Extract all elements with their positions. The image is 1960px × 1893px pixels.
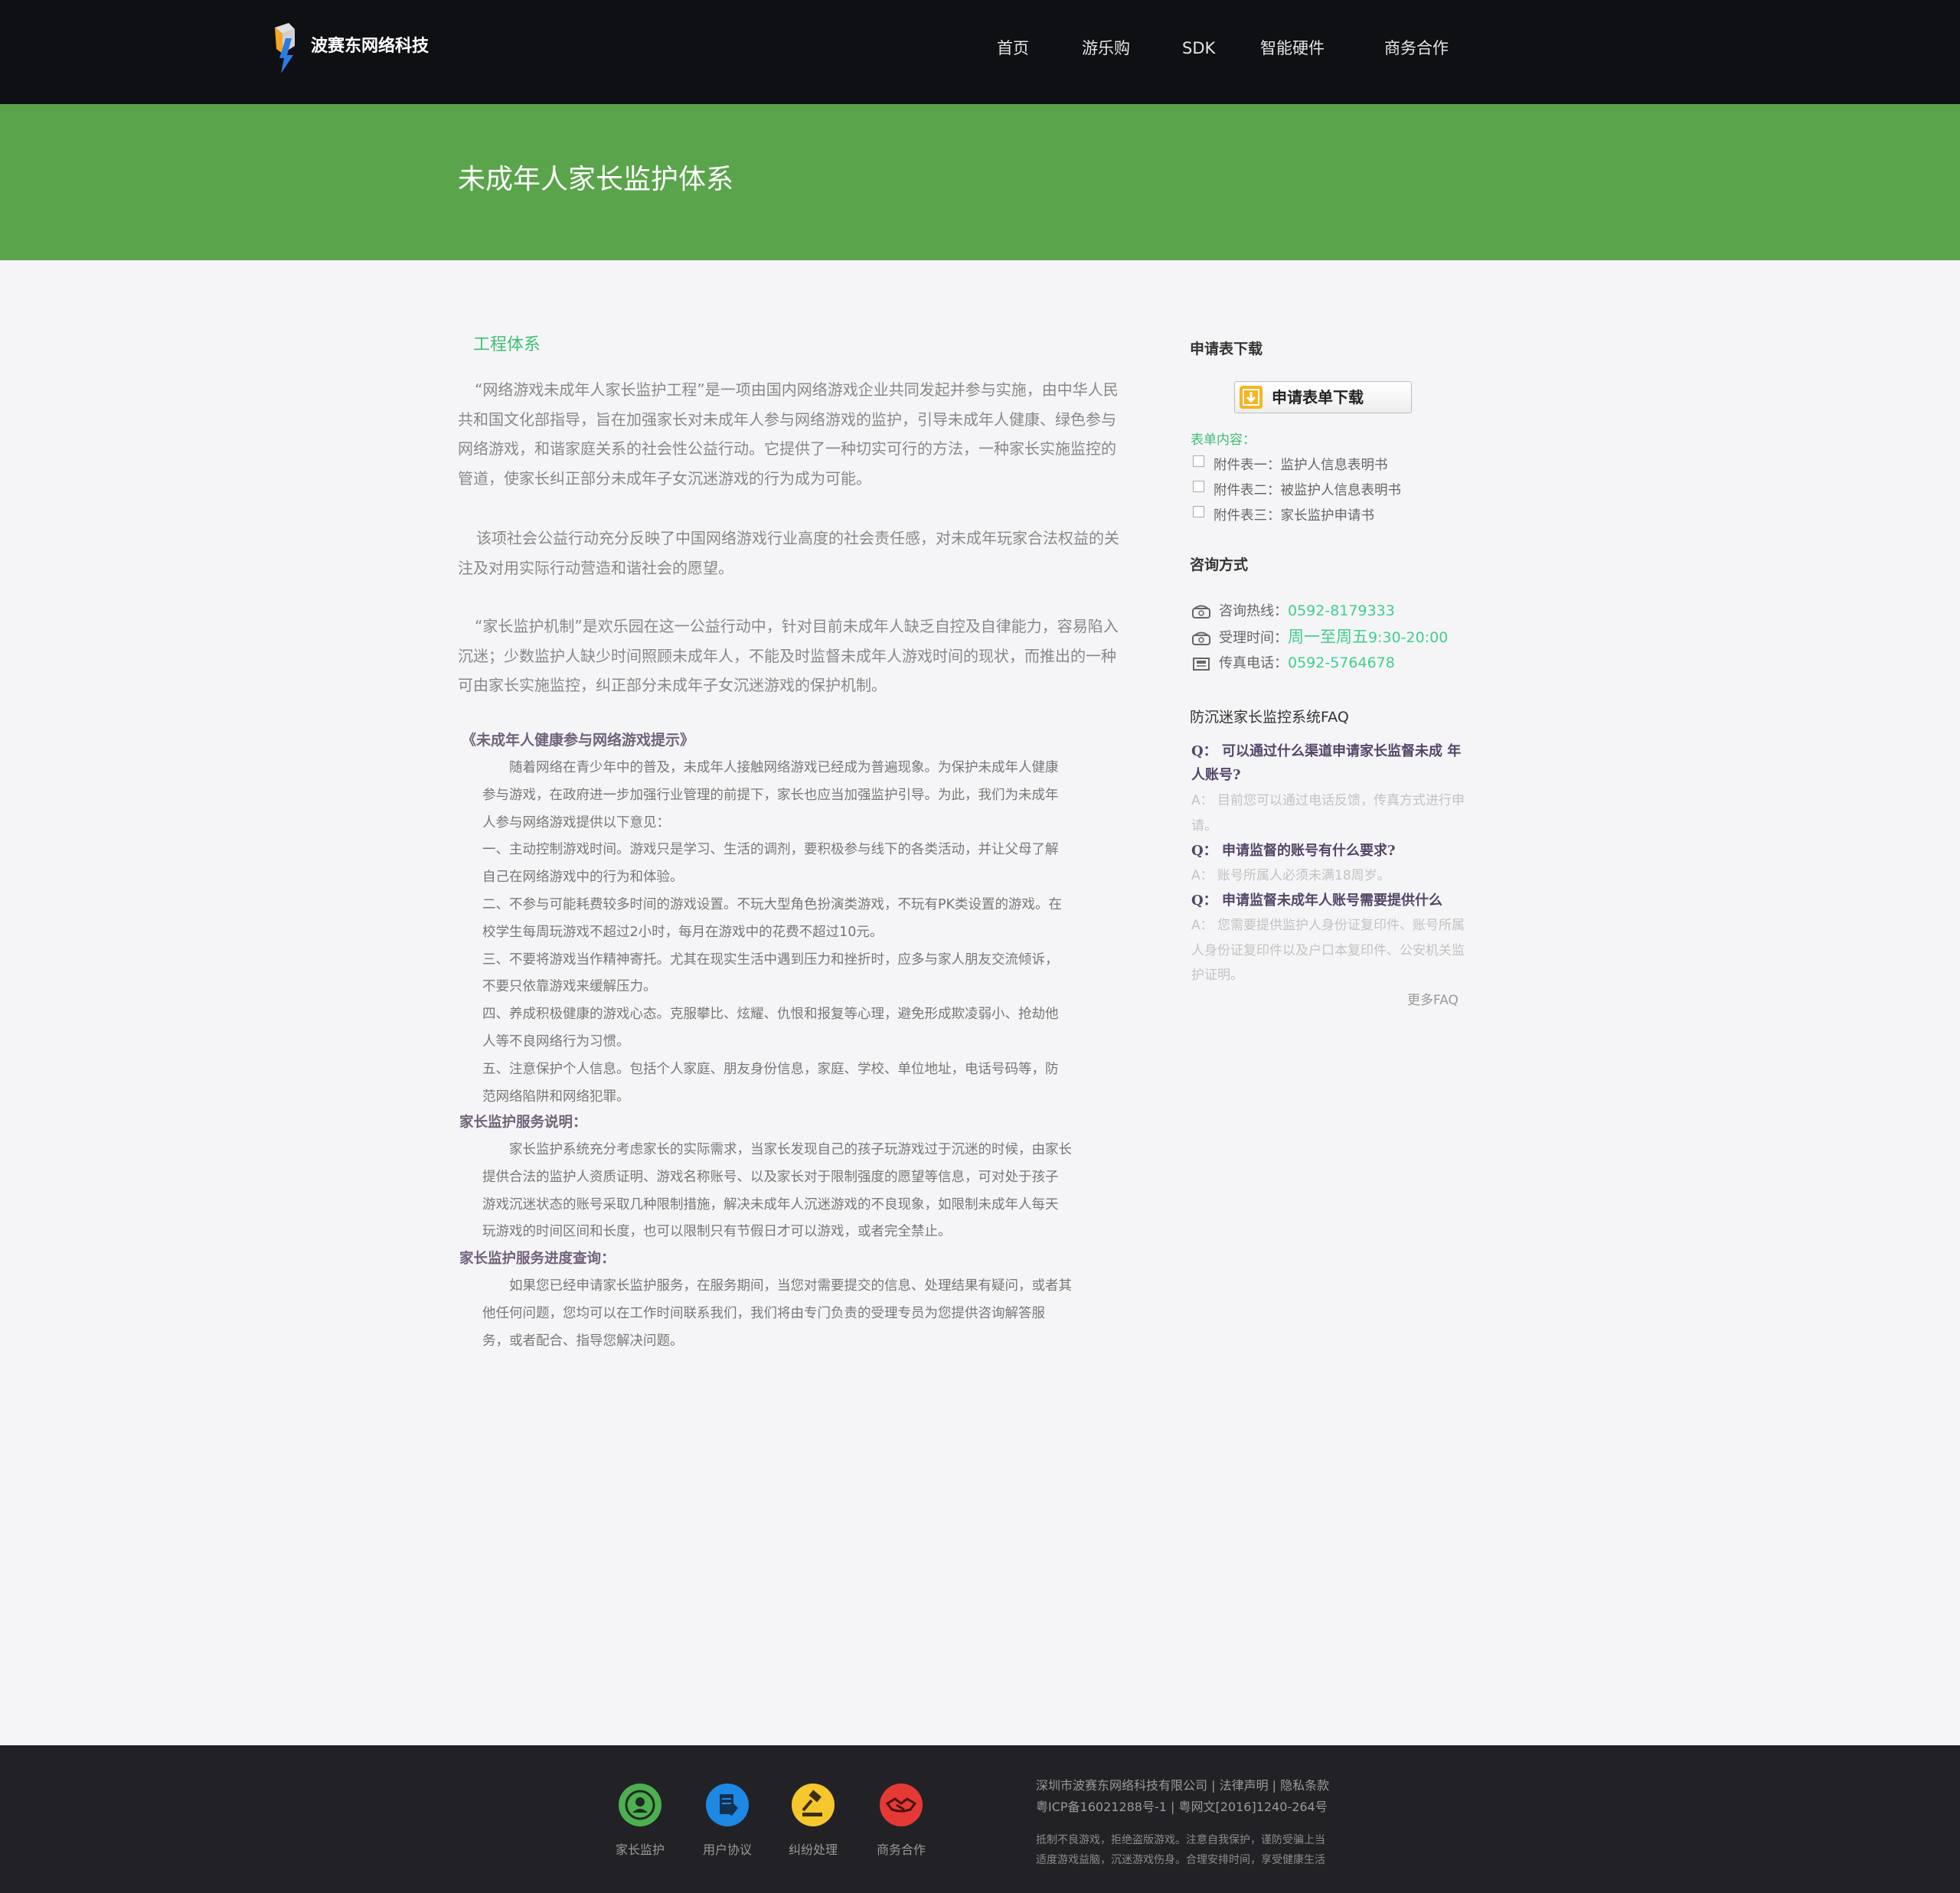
telephone-icon <box>1192 632 1210 645</box>
footer-notice-line-2: 适度游戏益脑，沉迷游戏伤身。合理安排时间，享受健康生活 <box>1036 1854 1325 1866</box>
footer-link-dispute[interactable]: 纠纷处理 <box>771 1842 855 1859</box>
faq-answer-2: A： 账号所属人必须未满18周岁。 <box>1191 868 1390 883</box>
page-banner: 未成年人家长监护体系 <box>0 104 1960 260</box>
fax-row: 传真电话：0592-5764678 <box>1191 653 1395 674</box>
gavel-icon[interactable] <box>792 1784 835 1826</box>
attachment-3-link[interactable]: 附件表三：家长监护申请书 <box>1193 505 1374 525</box>
progress-query-title: 家长监护服务进度查询： <box>459 1251 616 1267</box>
top-navigation-bar: 波赛东网络科技 首页 游乐购 SDK 智能硬件 商务合作 <box>0 0 1960 104</box>
guardian-icon[interactable] <box>619 1784 662 1826</box>
page-title: 未成年人家长监护体系 <box>458 164 734 195</box>
hours-row: 受理时间：周一至周五9:30-20:00 <box>1191 627 1448 648</box>
nav-home[interactable]: 首页 <box>997 37 1029 60</box>
contact-section-title: 咨询方式 <box>1190 556 1249 573</box>
faq-section-title: 防沉迷家长监控系统FAQ <box>1190 709 1349 726</box>
telephone-icon <box>1192 605 1210 618</box>
intro-paragraph-2: 该项社会公益行动充分反映了中国网络游戏行业高度的社会责任感，对未成年玩家合法权益… <box>458 529 1119 577</box>
agreement-icon[interactable] <box>706 1784 749 1826</box>
progress-query-text: 如果您已经申请家长监护服务，在服务期间，当您对需要提交的信息、处理结果有疑问，或… <box>482 1278 1072 1349</box>
attachment-label: 附件表三：家长监护申请书 <box>1214 508 1374 524</box>
hours-days: 周一至周五 <box>1288 628 1368 646</box>
nav-smart-hardware[interactable]: 智能硬件 <box>1260 37 1325 60</box>
hotline-number[interactable]: 0592-8179333 <box>1288 602 1395 619</box>
download-form-button[interactable]: 申请表单下载 <box>1234 381 1412 413</box>
faq-question-2[interactable]: Q： 申请监督的账号有什么要求? <box>1191 839 1467 863</box>
footer-link-agreement[interactable]: 用户协议 <box>685 1842 769 1859</box>
nav-youlegou[interactable]: 游乐购 <box>1082 37 1130 60</box>
footer-notice-line-1: 抵制不良游戏，拒绝盗版游戏。注意自我保护，谨防受骗上当 <box>1036 1834 1325 1846</box>
checkbox-icon[interactable] <box>1193 480 1204 492</box>
checkbox-icon[interactable] <box>1193 455 1204 467</box>
tips-list: 随着网络在青少年中的普及，未成年人接触网络游戏已经成为普遍现象。为保护未成年人健… <box>482 760 1063 1105</box>
download-icon <box>1240 386 1263 409</box>
intro-paragraph-3: “家长监护机制”是欢乐园在这一公益行动中，针对目前未成年人缺乏自控及自律能力，容… <box>458 617 1119 694</box>
footer-link-guardian[interactable]: 家长监护 <box>598 1842 682 1859</box>
fax-icon <box>1193 658 1210 671</box>
form-contents-label: 表单内容： <box>1191 432 1256 448</box>
intro-paragraph-1: “网络游戏未成年人家长监护工程”是一项由国内网络游戏企业共同发起并参与实施，由中… <box>458 380 1119 488</box>
footer-icp-line: 粤ICP备16021288号-1 | 粤网文[2016]1240-264号 <box>1036 1800 1328 1814</box>
checkbox-icon[interactable] <box>1193 505 1204 517</box>
faq-answer-3: A： 您需要提供监护人身份证复印件、账号所属人身份证复印件以及户口本复印件、公安… <box>1191 918 1465 983</box>
faq-question-1[interactable]: Q： 可以通过什么渠道申请家长监督未成 年人账号? <box>1191 739 1467 787</box>
fax-label: 传真电话： <box>1219 655 1288 671</box>
more-faq-link[interactable]: 更多FAQ <box>1407 991 1459 1010</box>
download-button-label: 申请表单下载 <box>1272 388 1364 406</box>
hotline-row: 咨询热线：0592-8179333 <box>1191 601 1395 622</box>
lightning-logo-icon[interactable] <box>272 23 298 73</box>
nav-business-cooperation[interactable]: 商务合作 <box>1384 37 1449 60</box>
nav-sdk[interactable]: SDK <box>1182 37 1215 60</box>
footer-company-line[interactable]: 深圳市波赛东网络科技有限公司 | 法律声明 | 隐私条款 <box>1036 1777 1329 1794</box>
footer: 家长监护 用户协议 纠纷处理 商务合作 深圳市波赛东网络科技有限公司 | 法律声… <box>0 1745 1960 1893</box>
download-section-title: 申请表下载 <box>1190 341 1263 357</box>
faq-answer-1: A： 目前您可以通过电话反馈，传真方式进行申请。 <box>1191 793 1465 834</box>
attachment-label: 附件表一：监护人信息表明书 <box>1214 458 1388 473</box>
attachment-2-link[interactable]: 附件表二：被监护人信息表明书 <box>1193 480 1401 500</box>
hotline-label: 咨询热线： <box>1219 603 1288 619</box>
hours-label: 受理时间： <box>1219 630 1288 646</box>
fax-number[interactable]: 0592-5764678 <box>1288 654 1395 671</box>
handshake-icon[interactable] <box>880 1784 923 1826</box>
tips-title: 《未成年人健康参与网络游戏提示》 <box>462 732 695 749</box>
hours-time: 9:30-20:00 <box>1368 629 1449 646</box>
footer-link-business[interactable]: 商务合作 <box>859 1842 943 1859</box>
service-description-text: 家长监护系统充分考虑家长的实际需求，当家长发现自己的孩子玩游戏过于沉迷的时候，由… <box>482 1142 1072 1240</box>
attachment-label: 附件表二：被监护人信息表明书 <box>1214 483 1401 498</box>
faq-question-3[interactable]: Q： 申请监督未成年人账号需要提供什么 <box>1191 889 1467 912</box>
brand-name[interactable]: 波赛东网络科技 <box>311 36 429 57</box>
attachment-1-link[interactable]: 附件表一：监护人信息表明书 <box>1193 455 1388 475</box>
service-description-title: 家长监护服务说明： <box>459 1115 587 1131</box>
section-title: 工程体系 <box>473 335 541 354</box>
